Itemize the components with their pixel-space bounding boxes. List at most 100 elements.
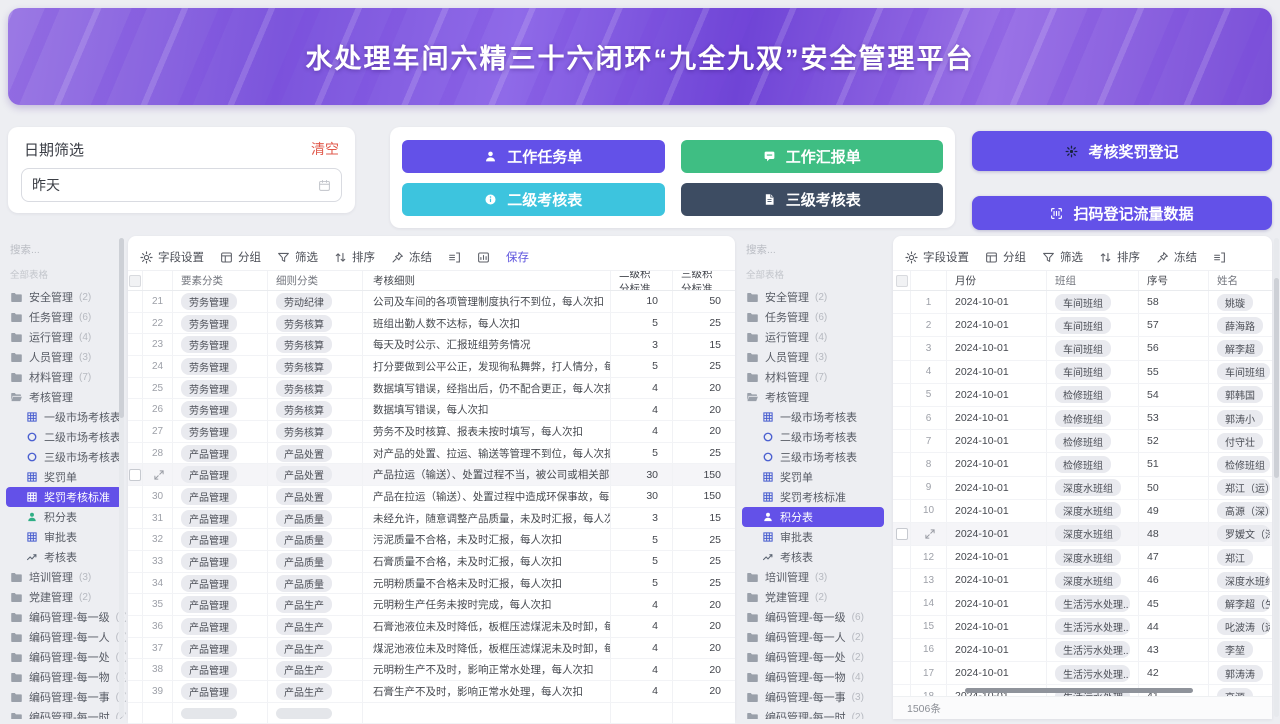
- level3-score[interactable]: 50: [673, 291, 735, 312]
- toolbar-排序[interactable]: 排序: [334, 249, 375, 265]
- sidebar-folder-编码管理-每一人[interactable]: 编码管理-每一人(2): [0, 627, 126, 647]
- level2-score[interactable]: 4: [611, 681, 673, 702]
- quick-button-工作任务单[interactable]: 工作任务单: [402, 140, 665, 173]
- month-cell[interactable]: 2024-10-01: [947, 546, 1047, 568]
- table-row[interactable]: 22劳务管理劳务核算班组出勤人数不达标，每人次扣525: [128, 313, 735, 335]
- sidebar-folder-编码管理-每一人[interactable]: 编码管理-每一人(2): [736, 627, 888, 647]
- table-row[interactable]: 38产品管理产品生产元明粉生产不及时，影响正常水处理，每人次扣420: [128, 659, 735, 681]
- col-header[interactable]: 考核细则: [363, 271, 611, 290]
- table-row[interactable]: 26劳务管理劳务核算数据填写错误，每人次扣420: [128, 399, 735, 421]
- save-button[interactable]: 保存: [506, 249, 529, 265]
- date-input[interactable]: 昨天: [21, 168, 342, 202]
- sidebar-item-三级市场考核表[interactable]: 三级市场考核表: [0, 447, 126, 467]
- table-row[interactable]: 52024-10-01检修班组54郭韩国: [893, 384, 1272, 407]
- level2-score[interactable]: 4: [611, 399, 673, 420]
- select-all-checkbox[interactable]: [128, 271, 143, 290]
- clear-date-button[interactable]: 清空: [311, 139, 339, 159]
- row-checkbox[interactable]: [128, 464, 143, 485]
- table-row[interactable]: 82024-10-01检修班组51检修班组: [893, 453, 1272, 476]
- serial-cell[interactable]: 42: [1139, 662, 1209, 684]
- table-row[interactable]: 102024-10-01深度水班组49高源（深）: [893, 500, 1272, 523]
- quick-button-工作汇报单[interactable]: 工作汇报单: [681, 140, 944, 173]
- level3-score[interactable]: 20: [673, 399, 735, 420]
- toolbar-分组[interactable]: 分组: [220, 249, 261, 265]
- col-header[interactable]: 姓名: [1209, 271, 1270, 290]
- month-cell[interactable]: 2024-10-01: [947, 453, 1047, 475]
- toolbar-排序[interactable]: 排序: [1099, 249, 1140, 265]
- row-checkbox[interactable]: [893, 523, 911, 545]
- sidebar-item-积分表[interactable]: 积分表: [0, 507, 126, 527]
- level3-score[interactable]: 20: [673, 681, 735, 702]
- table-row[interactable]: 32产品管理产品质量污泥质量不合格，未及时汇报，每人次扣525: [128, 529, 735, 551]
- month-cell[interactable]: 2024-10-01: [947, 500, 1047, 522]
- table-row[interactable]: 42024-10-01车间班组55车间班组: [893, 361, 1272, 384]
- rule-text[interactable]: 每天及时公示、汇报班组劳务情况: [363, 334, 611, 355]
- sidebar-folder-人员管理[interactable]: 人员管理(3): [0, 347, 126, 367]
- table-row[interactable]: 132024-10-01深度水班组46深度水班组: [893, 569, 1272, 592]
- table-row[interactable]: 23劳务管理劳务核算每天及时公示、汇报班组劳务情况315: [128, 334, 735, 356]
- serial-cell[interactable]: 47: [1139, 546, 1209, 568]
- month-cell[interactable]: 2024-10-01: [947, 639, 1047, 661]
- table-row[interactable]: 72024-10-01检修班组52付守壮: [893, 430, 1272, 453]
- rule-text[interactable]: 班组出勤人数不达标，每人次扣: [363, 313, 611, 334]
- level2-score[interactable]: 5: [611, 313, 673, 334]
- level3-score[interactable]: 150: [673, 464, 735, 485]
- select-all-checkbox[interactable]: [893, 271, 911, 290]
- table-row[interactable]: 21劳务管理劳动纪律公司及车间的各项管理制度执行不到位，每人次扣1050: [128, 291, 735, 313]
- level2-score[interactable]: 5: [611, 356, 673, 377]
- table-row[interactable]: 12024-10-01车间班组58姚璇: [893, 291, 1272, 314]
- table-row[interactable]: 92024-10-01深度水班组50郑江（运）: [893, 477, 1272, 500]
- table-row[interactable]: 162024-10-01生活污水处理...43李堃: [893, 639, 1272, 662]
- table-row[interactable]: 33产品管理产品质量石膏质量不合格，未及时汇报，每人次扣525: [128, 551, 735, 573]
- sidebar-folder-编码管理-每一处[interactable]: 编码管理-每一处(2): [0, 647, 126, 667]
- level3-score[interactable]: 25: [673, 356, 735, 377]
- serial-cell[interactable]: 43: [1139, 639, 1209, 661]
- col-header[interactable]: 细则分类: [268, 271, 363, 290]
- month-cell[interactable]: 2024-10-01: [947, 384, 1047, 406]
- rule-text[interactable]: 产品拉运（输送）、处置过程不当，被公司或相关部门处罚，每人次扣: [363, 464, 611, 485]
- table-row[interactable]: 产品管理产品处置产品拉运（输送）、处置过程不当，被公司或相关部门处罚，每人次扣3…: [128, 464, 735, 486]
- month-cell[interactable]: 2024-10-01: [947, 523, 1047, 545]
- month-cell[interactable]: 2024-10-01: [947, 430, 1047, 452]
- rule-text[interactable]: 数据填写错误，经指出后，仍不配合更正，每人次扣: [363, 378, 611, 399]
- month-cell[interactable]: 2024-10-01: [947, 616, 1047, 638]
- month-cell[interactable]: 2024-10-01: [947, 477, 1047, 499]
- sidebar-folder-编码管理-每一级[interactable]: 编码管理-每一级(6): [736, 607, 888, 627]
- level3-score[interactable]: 15: [673, 508, 735, 529]
- serial-cell[interactable]: 48: [1139, 523, 1209, 545]
- serial-cell[interactable]: 51: [1139, 453, 1209, 475]
- serial-cell[interactable]: 54: [1139, 384, 1209, 406]
- level3-score[interactable]: 20: [673, 616, 735, 637]
- table-row[interactable]: 32024-10-01车间班组56解李超: [893, 337, 1272, 360]
- rule-text[interactable]: 产品在拉运（输送）、处置过程中造成环保事故，每人次扣: [363, 486, 611, 507]
- toolbar-字段设置[interactable]: 字段设置: [140, 249, 204, 265]
- table-row[interactable]: 27劳务管理劳务核算劳务不及时核算、报表未按时填写，每人次扣420: [128, 421, 735, 443]
- right-sidebar-search-input[interactable]: 搜索...: [736, 236, 888, 257]
- table-row[interactable]: 35产品管理产品生产元明粉生产任务未按时完成，每人次扣420: [128, 594, 735, 616]
- level2-score[interactable]: 10: [611, 291, 673, 312]
- serial-cell[interactable]: 57: [1139, 314, 1209, 336]
- sidebar-folder-安全管理[interactable]: 安全管理(2): [736, 287, 888, 307]
- toolbar-冻结[interactable]: 冻结: [391, 249, 432, 265]
- quick-button-二级考核表[interactable]: 二级考核表: [402, 183, 665, 216]
- sidebar-item-审批表[interactable]: 审批表: [736, 527, 888, 547]
- rule-text[interactable]: 元明粉生产任务未按时完成，每人次扣: [363, 594, 611, 615]
- level3-score[interactable]: 20: [673, 659, 735, 680]
- level3-score[interactable]: 25: [673, 551, 735, 572]
- toolbar-冻结[interactable]: 冻结: [1156, 249, 1197, 265]
- rule-text[interactable]: 石膏池液位未及时降低，板框压滤煤泥未及时卸，每人次扣: [363, 616, 611, 637]
- action-button-扫码登记流量数据[interactable]: 扫码登记流量数据: [972, 196, 1272, 230]
- rule-text[interactable]: 元明粉质量不合格未及时汇报，每人次扣: [363, 573, 611, 594]
- table-row[interactable]: 28产品管理产品处置对产品的处置、拉运、输送等管理不到位，每人次扣525: [128, 443, 735, 465]
- rule-text[interactable]: 对产品的处置、拉运、输送等管理不到位，每人次扣: [363, 443, 611, 464]
- serial-cell[interactable]: 44: [1139, 616, 1209, 638]
- level3-score[interactable]: 25: [673, 573, 735, 594]
- sidebar-item-三级市场考核表[interactable]: 三级市场考核表: [736, 447, 888, 467]
- level2-score[interactable]: 4: [611, 638, 673, 659]
- level3-score[interactable]: 25: [673, 529, 735, 550]
- sidebar-folder-材料管理[interactable]: 材料管理(7): [736, 367, 888, 387]
- sidebar-folder-运行管理[interactable]: 运行管理(4): [736, 327, 888, 347]
- rule-text[interactable]: 数据填写错误，每人次扣: [363, 399, 611, 420]
- rule-text[interactable]: 劳务不及时核算、报表未按时填写，每人次扣: [363, 421, 611, 442]
- month-cell[interactable]: 2024-10-01: [947, 407, 1047, 429]
